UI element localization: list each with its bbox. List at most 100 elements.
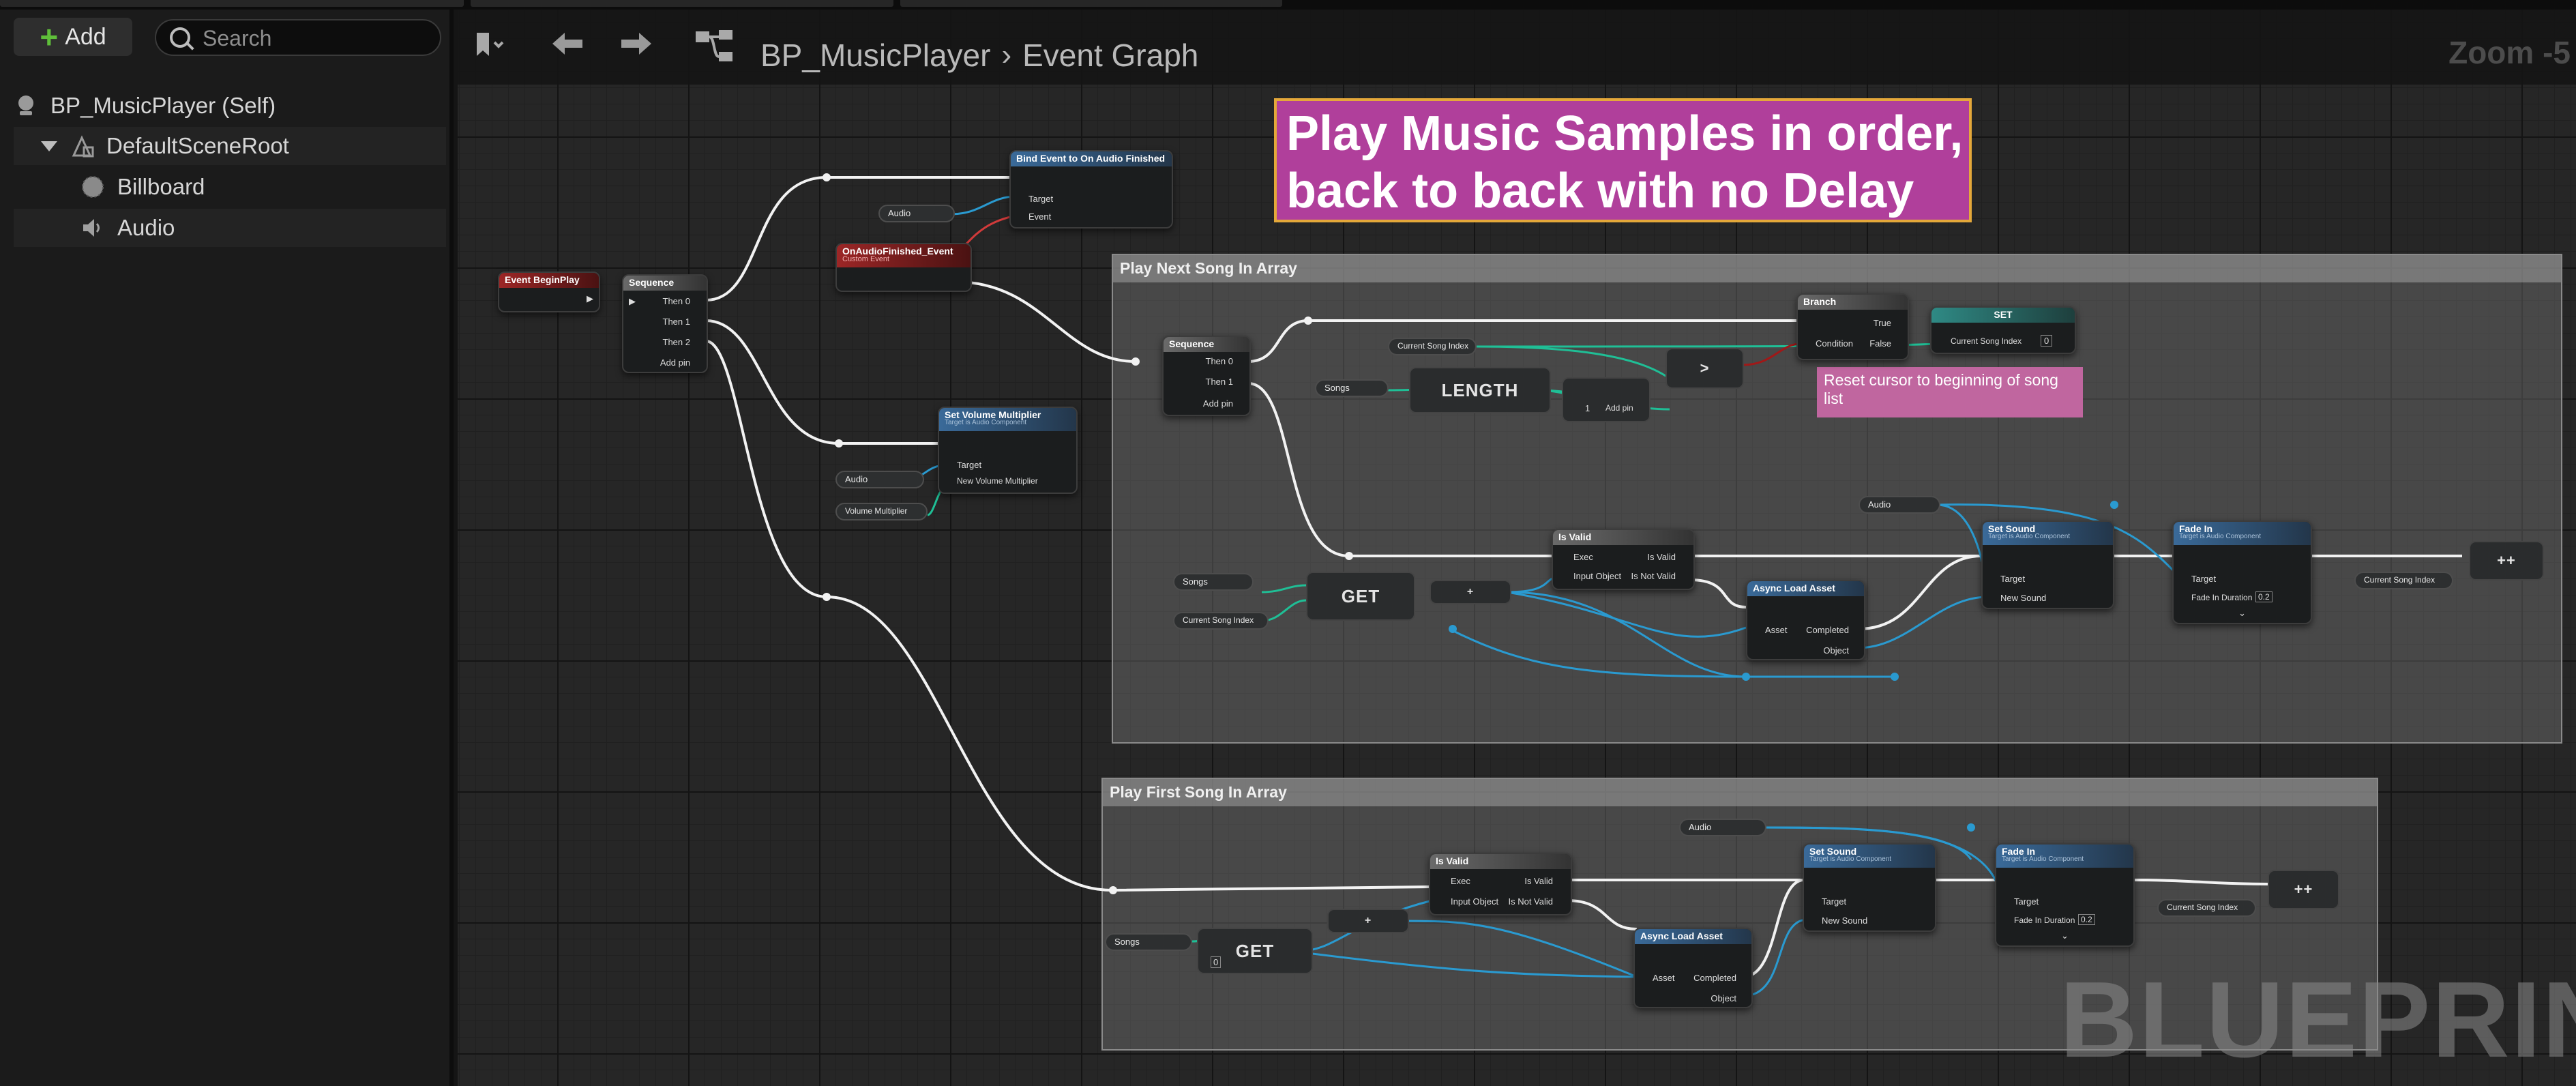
- node-sequence-2[interactable]: Sequence Then 0 Then 1 Add pin: [1162, 336, 1251, 416]
- node-sequence[interactable]: Sequence ▶ Then 0 Then 1 Then 2 Add pin: [622, 274, 708, 373]
- pin-input-object[interactable]: Input Object: [1573, 571, 1621, 581]
- bookmark-icon[interactable]: [473, 30, 507, 67]
- node-async-load[interactable]: Async Load Asset Asset Completed Object: [1746, 580, 1865, 660]
- pin-is-valid[interactable]: Is Valid: [1524, 876, 1553, 886]
- var-current-song-index[interactable]: Current Song Index: [1173, 612, 1269, 630]
- exec-pin-icon[interactable]: ▶: [587, 293, 593, 304]
- add-pin-button[interactable]: Add pin: [1203, 398, 1233, 409]
- pin-target[interactable]: Target: [2014, 896, 2039, 907]
- exec-pin-icon[interactable]: ▶: [629, 296, 636, 307]
- node-get[interactable]: GET 0: [1197, 928, 1313, 974]
- pin-target[interactable]: Target: [957, 460, 981, 470]
- reroute-knot[interactable]: [1304, 317, 1312, 325]
- pin-then0[interactable]: Then 0: [1206, 356, 1233, 366]
- pin-object[interactable]: Object: [1823, 645, 1849, 656]
- reroute-knot[interactable]: [835, 439, 843, 447]
- node-set-index[interactable]: SET Current Song Index 0: [1930, 306, 2076, 354]
- pin-new-sound[interactable]: New Sound: [2000, 593, 2046, 603]
- fade-duration-input[interactable]: 0.2: [2255, 591, 2272, 602]
- breadcrumb-blueprint[interactable]: BP_MusicPlayer: [760, 37, 990, 74]
- breadcrumb-graph[interactable]: Event Graph: [1022, 37, 1198, 74]
- var-current-song-index[interactable]: Current Song Index: [2354, 572, 2453, 589]
- pin-value[interactable]: 1: [1585, 403, 1590, 413]
- var-songs[interactable]: Songs: [1105, 933, 1192, 951]
- add-pin-button[interactable]: Add pin: [660, 357, 690, 368]
- pin-new-volume[interactable]: New Volume Multiplier: [957, 476, 1038, 486]
- pin-fade-in-duration[interactable]: Fade In Duration: [2191, 593, 2252, 602]
- pin-condition[interactable]: Condition: [1816, 338, 1853, 349]
- pin-completed[interactable]: Completed: [1806, 625, 1849, 635]
- var-audio[interactable]: Audio: [878, 205, 955, 222]
- pin-target[interactable]: Target: [1028, 194, 1053, 204]
- var-volume-multiplier[interactable]: Volume Multiplier: [835, 503, 928, 520]
- node-fade-in[interactable]: Fade In Target is Audio Component Target…: [1995, 843, 2135, 947]
- reroute-knot[interactable]: [2110, 501, 2118, 509]
- pin-asset[interactable]: Asset: [1653, 973, 1675, 983]
- pin-then2[interactable]: Then 2: [663, 337, 690, 347]
- reroute-knot[interactable]: [1131, 357, 1140, 366]
- pin-current-song-index[interactable]: Current Song Index: [1951, 336, 2022, 346]
- pin-event[interactable]: Event: [1028, 211, 1051, 222]
- node-length[interactable]: LENGTH: [1409, 367, 1551, 413]
- pin-then1[interactable]: Then 1: [1206, 377, 1233, 387]
- node-is-valid[interactable]: Is Valid Exec Is Valid Input Object Is N…: [1552, 529, 1695, 590]
- pin-value[interactable]: 0: [2041, 335, 2053, 347]
- pin-index[interactable]: 0: [1211, 956, 1222, 968]
- pin-asset[interactable]: Asset: [1765, 625, 1788, 635]
- node-greater[interactable]: >: [1665, 348, 1744, 389]
- pin-true[interactable]: True: [1874, 318, 1891, 328]
- pin-then1[interactable]: Then 1: [663, 317, 690, 327]
- pin-target[interactable]: Target: [2191, 574, 2216, 584]
- pin-then0[interactable]: Then 0: [663, 296, 690, 306]
- pin-target[interactable]: Target: [2000, 574, 2025, 584]
- var-current-song-index[interactable]: Current Song Index: [2157, 899, 2256, 917]
- node-set-sound[interactable]: Set Sound Target is Audio Component Targ…: [1803, 843, 1936, 932]
- reroute-knot[interactable]: [1449, 625, 1457, 633]
- pin-object[interactable]: Object: [1711, 993, 1736, 1003]
- pin-input-object[interactable]: Input Object: [1451, 896, 1498, 907]
- add-pin-button[interactable]: Add pin: [1605, 403, 1633, 413]
- node-async-load[interactable]: Async Load Asset Asset Completed Object: [1633, 928, 1753, 1008]
- pin-exec[interactable]: Exec: [1451, 876, 1470, 886]
- pin-is-not-valid[interactable]: Is Not Valid: [1508, 896, 1553, 907]
- node-to-soft-ref[interactable]: +: [1327, 909, 1409, 933]
- reroute-knot[interactable]: [1742, 673, 1750, 681]
- node-fade-in[interactable]: Fade In Target is Audio Component Target…: [2172, 520, 2312, 624]
- pin-is-not-valid[interactable]: Is Not Valid: [1631, 571, 1676, 581]
- pin-is-valid[interactable]: Is Valid: [1647, 552, 1676, 562]
- node-increment[interactable]: ++: [2469, 541, 2544, 581]
- node-is-valid[interactable]: Is Valid Exec Is Valid Input Object Is N…: [1429, 853, 1572, 915]
- reroute-knot[interactable]: [823, 173, 831, 181]
- reroute-knot[interactable]: [1109, 886, 1117, 894]
- var-songs[interactable]: Songs: [1173, 573, 1254, 591]
- var-audio[interactable]: Audio: [1679, 819, 1766, 836]
- node-event-beginplay[interactable]: Event BeginPlay ▶: [498, 272, 600, 312]
- pin-new-sound[interactable]: New Sound: [1822, 915, 1867, 926]
- pin-fade-in-duration[interactable]: Fade In Duration: [2014, 915, 2075, 925]
- pin-false[interactable]: False: [1869, 338, 1891, 349]
- chevron-down-icon[interactable]: ⌄: [2061, 930, 2069, 941]
- reroute-knot[interactable]: [1345, 552, 1353, 560]
- node-bind-event[interactable]: Bind Event to On Audio Finished Target E…: [1009, 150, 1173, 229]
- var-current-song-index[interactable]: Current Song Index: [1388, 338, 1477, 355]
- node-increment[interactable]: ++: [2268, 870, 2339, 909]
- node-add[interactable]: 1 Add pin: [1562, 377, 1650, 422]
- var-audio[interactable]: Audio: [1859, 496, 1940, 514]
- chevron-down-icon[interactable]: ⌄: [2238, 608, 2246, 619]
- var-audio[interactable]: Audio: [835, 471, 924, 488]
- forward-arrow-icon[interactable]: [619, 29, 654, 65]
- node-to-soft-ref[interactable]: +: [1430, 580, 1511, 604]
- node-branch[interactable]: Branch True Condition False: [1796, 293, 1909, 360]
- node-custom-event[interactable]: OnAudioFinished_Event Custom Event: [835, 243, 972, 292]
- var-songs[interactable]: Songs: [1315, 379, 1389, 397]
- node-set-sound[interactable]: Set Sound Target is Audio Component Targ…: [1981, 520, 2114, 609]
- fade-duration-input[interactable]: 0.2: [2078, 914, 2095, 925]
- pin-exec[interactable]: Exec: [1573, 552, 1593, 562]
- reroute-knot[interactable]: [1891, 673, 1899, 681]
- pin-target[interactable]: Target: [1822, 896, 1846, 907]
- pin-completed[interactable]: Completed: [1693, 973, 1736, 983]
- node-set-volume[interactable]: Set Volume Multiplier Target is Audio Co…: [938, 407, 1078, 494]
- reroute-knot[interactable]: [1967, 823, 1975, 832]
- back-arrow-icon[interactable]: [550, 29, 585, 65]
- reroute-knot[interactable]: [823, 593, 831, 601]
